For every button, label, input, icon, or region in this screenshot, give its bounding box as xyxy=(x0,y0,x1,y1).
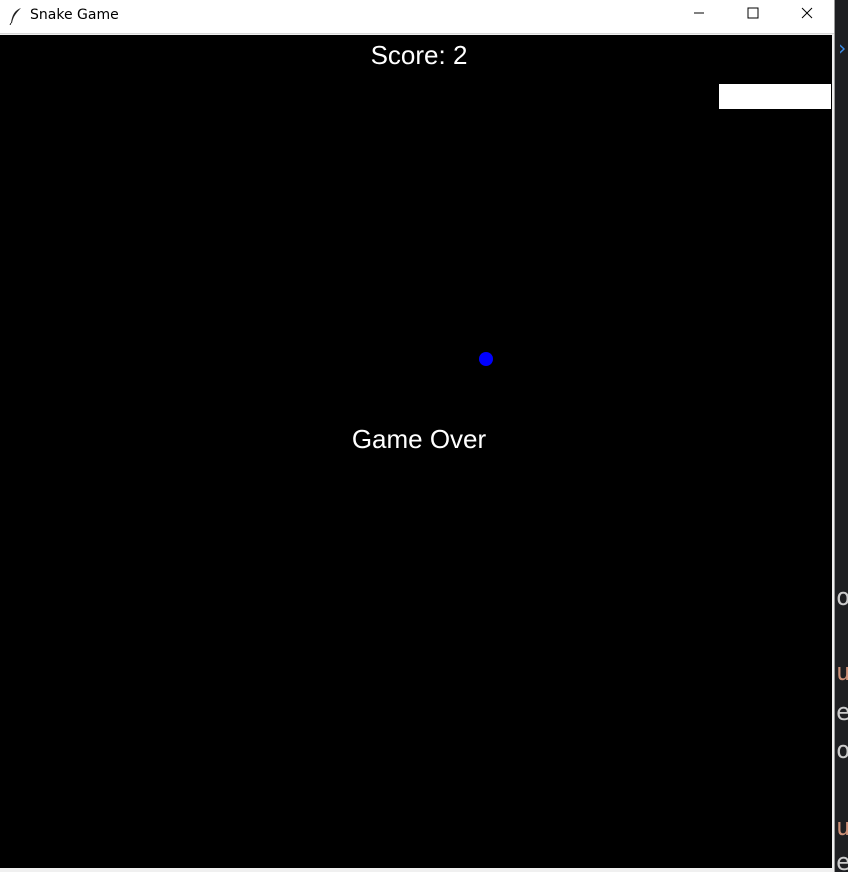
app-window: Snake Game Score: 2 Game Over xyxy=(0,0,835,872)
maximize-icon xyxy=(747,6,759,24)
background-glyph: e xyxy=(836,848,848,872)
background-glyph: o xyxy=(836,583,848,611)
game-canvas[interactable]: Score: 2 Game Over xyxy=(0,35,832,868)
close-button[interactable] xyxy=(780,0,834,30)
background-glyph: › xyxy=(836,36,848,60)
background-editor-strip: › o u e o u e xyxy=(835,0,848,872)
maximize-button[interactable] xyxy=(726,0,780,30)
minimize-icon xyxy=(693,6,705,24)
background-glyph: e xyxy=(836,698,848,726)
snake-body xyxy=(719,84,831,109)
background-glyph: u xyxy=(836,813,848,841)
score-label: Score: 2 xyxy=(370,40,468,70)
background-glyph: o xyxy=(836,736,848,764)
minimize-button[interactable] xyxy=(672,0,726,30)
food-dot xyxy=(479,352,493,366)
window-title: Snake Game xyxy=(30,7,119,23)
background-glyph: u xyxy=(836,658,848,686)
game-over-label: Game Over xyxy=(351,424,487,454)
title-bar[interactable]: Snake Game xyxy=(0,0,834,34)
close-icon xyxy=(801,6,813,24)
feather-icon xyxy=(9,7,23,26)
